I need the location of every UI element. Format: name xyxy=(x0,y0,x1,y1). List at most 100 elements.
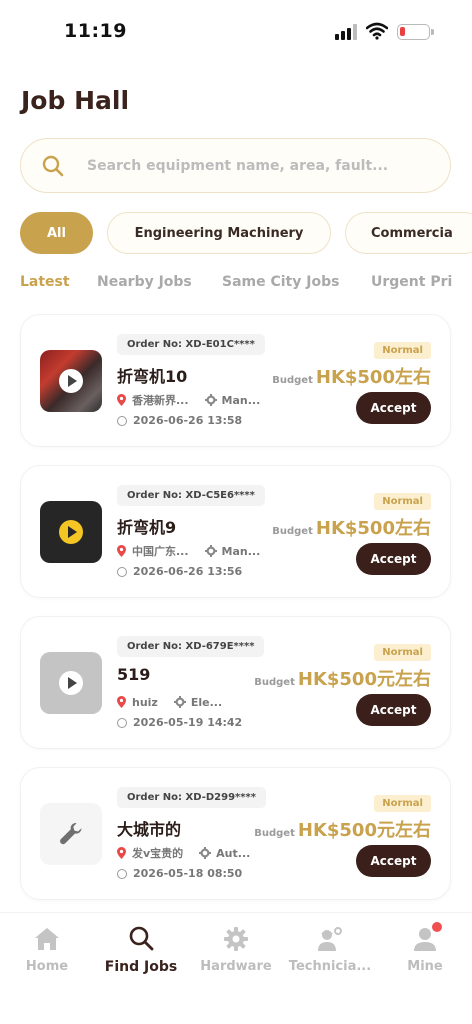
job-location: 发v宝贵的 xyxy=(132,847,184,860)
job-title: 折弯机9 xyxy=(117,518,177,537)
play-icon xyxy=(59,369,83,393)
accept-button[interactable]: Accept xyxy=(356,845,431,877)
status-badge: Normal xyxy=(374,342,431,359)
job-datetime-text: 2026-05-19 14:42 xyxy=(133,716,243,729)
job-title: 折弯机10 xyxy=(117,367,188,386)
job-thumbnail[interactable] xyxy=(40,350,102,412)
nav-home[interactable]: Home xyxy=(0,925,94,974)
wifi-icon xyxy=(366,22,388,40)
job-datetime-text: 2026-06-26 13:56 xyxy=(133,565,243,578)
search-input[interactable] xyxy=(87,153,437,179)
budget: Budget HK$500左右 xyxy=(272,363,431,389)
accept-button[interactable]: Accept xyxy=(356,694,431,726)
clock-icon xyxy=(117,868,127,879)
nav-technician[interactable]: Technicia... xyxy=(283,925,377,974)
job-location: 中国广东... xyxy=(132,545,189,558)
job-card[interactable]: Order No: XD-D299**** Normal 大城市的 Budget… xyxy=(20,767,451,900)
category-chips: All Engineering Machinery Commercia xyxy=(20,212,472,256)
budget-label: Budget xyxy=(254,828,295,839)
nav-hardware[interactable]: Hardware xyxy=(189,925,283,974)
order-number: Order No: XD-E01C**** xyxy=(117,334,265,355)
nav-label: Mine xyxy=(407,959,443,974)
accept-button[interactable]: Accept xyxy=(356,543,431,575)
job-card[interactable]: Order No: XD-E01C**** Normal 折弯机10 Budge… xyxy=(20,314,451,447)
job-thumbnail[interactable] xyxy=(40,652,102,714)
nav-label: Find Jobs xyxy=(104,959,178,975)
budget-label: Budget xyxy=(254,677,295,688)
job-datetime: 2026-06-26 13:58 xyxy=(117,414,242,427)
tab-urgent-priority[interactable]: Urgent Pri xyxy=(371,274,452,290)
status-badge: Normal xyxy=(374,795,431,812)
budget-value: HK$500左右 xyxy=(315,518,431,539)
chip-commercial[interactable]: Commercia xyxy=(345,212,472,254)
job-location: huiz xyxy=(132,695,158,709)
search-bar[interactable] xyxy=(20,138,451,193)
status-bar: 11:19 xyxy=(0,0,472,62)
nav-label: Technicia... xyxy=(288,959,372,974)
nav-mine[interactable]: Mine xyxy=(378,922,472,974)
job-meta: 发v宝贵的 Aut... xyxy=(117,845,250,861)
tab-nearby-jobs[interactable]: Nearby Jobs xyxy=(97,274,192,290)
clock-icon xyxy=(117,717,127,728)
battery-icon xyxy=(397,24,434,40)
signal-icon xyxy=(335,24,357,40)
budget-value: HK$500元左右 xyxy=(297,669,431,690)
job-datetime-text: 2026-06-26 13:58 xyxy=(133,414,243,427)
chip-all[interactable]: All xyxy=(20,212,93,254)
play-icon xyxy=(59,520,83,544)
location-pin-icon xyxy=(117,545,126,557)
job-datetime-text: 2026-05-18 08:50 xyxy=(133,867,243,880)
job-category: Ele... xyxy=(190,695,223,709)
order-number: Order No: XD-C5E6**** xyxy=(117,485,265,506)
budget: Budget HK$500左右 xyxy=(272,514,431,540)
job-card[interactable]: Order No: XD-679E**** Normal 519 Budget H… xyxy=(20,616,451,749)
budget-value: HK$500元左右 xyxy=(297,820,431,841)
clock-icon xyxy=(117,566,127,577)
job-meta: 香港新界... Man... xyxy=(117,392,260,408)
job-title: 大城市的 xyxy=(117,820,182,839)
budget-value: HK$500左右 xyxy=(315,367,431,388)
gear-icon xyxy=(173,696,186,708)
page-title: Job Hall xyxy=(21,86,130,115)
notification-dot xyxy=(432,922,442,932)
location-pin-icon xyxy=(117,696,126,708)
clock-icon xyxy=(117,415,127,426)
job-datetime: 2026-05-18 08:50 xyxy=(117,867,242,880)
job-meta: huiz Ele... xyxy=(117,694,222,710)
job-category: Man... xyxy=(221,544,261,558)
job-category: Man... xyxy=(221,393,261,407)
status-time: 11:19 xyxy=(64,20,127,42)
wrench-icon xyxy=(60,823,82,845)
location-pin-icon xyxy=(117,847,126,859)
order-number: Order No: XD-D299**** xyxy=(117,787,266,808)
battery-level xyxy=(400,27,405,36)
job-location: 香港新界... xyxy=(132,394,189,407)
job-thumbnail[interactable] xyxy=(40,803,102,865)
play-icon xyxy=(59,671,83,695)
budget-label: Budget xyxy=(272,526,313,537)
job-datetime: 2026-05-19 14:42 xyxy=(117,716,242,729)
tab-latest[interactable]: Latest xyxy=(20,274,70,290)
nav-label: Home xyxy=(25,959,69,974)
budget: Budget HK$500元左右 xyxy=(254,816,431,842)
gear-icon xyxy=(199,847,212,859)
status-badge: Normal xyxy=(374,644,431,661)
gear-icon xyxy=(204,394,217,406)
job-datetime: 2026-06-26 13:56 xyxy=(117,565,242,578)
tab-same-city-jobs[interactable]: Same City Jobs xyxy=(222,274,339,290)
status-badge: Normal xyxy=(374,493,431,510)
job-meta: 中国广东... Man... xyxy=(117,543,260,559)
nav-find-jobs[interactable]: Find Jobs xyxy=(94,925,188,975)
user-icon-wrap xyxy=(411,922,442,953)
job-thumbnail[interactable] xyxy=(40,501,102,563)
order-number: Order No: XD-679E**** xyxy=(117,636,265,657)
search-icon xyxy=(42,155,64,177)
budget: Budget HK$500元左右 xyxy=(254,665,431,691)
location-pin-icon xyxy=(117,394,126,406)
gear-icon xyxy=(224,927,248,951)
technician-icon xyxy=(318,927,342,951)
gear-icon xyxy=(204,545,217,557)
accept-button[interactable]: Accept xyxy=(356,392,431,424)
job-card[interactable]: Order No: XD-C5E6**** Normal 折弯机9 Budget… xyxy=(20,465,451,598)
chip-engineering-machinery[interactable]: Engineering Machinery xyxy=(107,212,331,254)
